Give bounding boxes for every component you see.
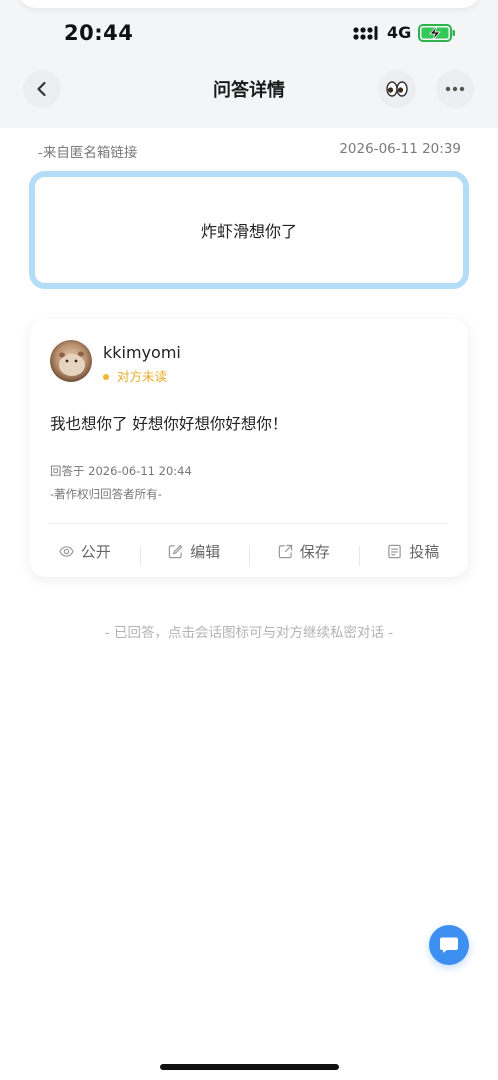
- answer-timestamp: 回答于 2026-06-11 20:44: [50, 464, 192, 478]
- question-text: 炸虾滑想你了: [200, 222, 297, 241]
- eyes-button[interactable]: [378, 70, 416, 108]
- chat-button[interactable]: [429, 925, 469, 965]
- divider: [50, 523, 448, 524]
- submit-label: 投稿: [409, 542, 440, 561]
- header-area: 20:44 4G 问答详情: [0, 0, 498, 128]
- public-button[interactable]: 公开: [30, 541, 140, 562]
- edit-button[interactable]: 编辑: [139, 541, 250, 566]
- public-label: 公开: [80, 542, 111, 561]
- eye-icon: [58, 545, 74, 557]
- answer-text: 我也想你了 好想你好想你好想你！: [50, 415, 288, 433]
- question-meta: -来自匿名箱链接 2026-06-11 20:39: [38, 141, 461, 161]
- action-bar: 公开 编辑 保存 投稿: [30, 536, 468, 566]
- question-source: -来自匿名箱链接: [38, 145, 138, 161]
- more-dots-icon: [445, 86, 465, 92]
- unread-dot-icon: [103, 373, 109, 380]
- page-title: 问答详情: [213, 80, 285, 101]
- signal-icon: [353, 26, 378, 40]
- read-status: 对方未读: [103, 366, 167, 385]
- save-button[interactable]: 保存: [249, 541, 359, 566]
- save-label: 保存: [299, 542, 330, 561]
- chat-bubble-icon: [440, 937, 458, 953]
- network-type: 4G: [387, 23, 412, 42]
- edit-icon: [169, 544, 183, 558]
- battery-charging-icon: [418, 24, 455, 42]
- nav-bar: 问答详情: [0, 68, 498, 110]
- submit-button[interactable]: 投稿: [358, 541, 469, 566]
- more-button[interactable]: [436, 70, 474, 108]
- read-status-label: 对方未读: [117, 369, 168, 384]
- answer-card: kkimyomi 对方未读 我也想你了 好想你好想你好想你！ 回答于 2026-…: [30, 319, 468, 577]
- status-time: 20:44: [64, 21, 134, 45]
- question-card: 炸虾滑想你了: [29, 171, 469, 289]
- screen: 20:44 4G 问答详情 -来自匿名箱链接 2026-06-11 20:39 …: [0, 0, 498, 1080]
- previous-card-edge: [18, 0, 480, 8]
- home-indicator[interactable]: [160, 1064, 339, 1070]
- answer-username[interactable]: kkimyomi: [103, 343, 181, 362]
- save-icon: [278, 544, 292, 558]
- avatar[interactable]: [50, 340, 92, 382]
- status-bar: 20:44 4G: [0, 18, 498, 50]
- submit-icon: [388, 544, 401, 558]
- edit-label: 编辑: [190, 542, 221, 561]
- copyright-note: -著作权归回答者所有-: [50, 487, 162, 501]
- question-timestamp: 2026-06-11 20:39: [339, 141, 461, 157]
- footer-hint: - 已回答，点击会话图标可与对方继续私密对话 -: [104, 625, 394, 641]
- eyes-icon: [386, 81, 408, 97]
